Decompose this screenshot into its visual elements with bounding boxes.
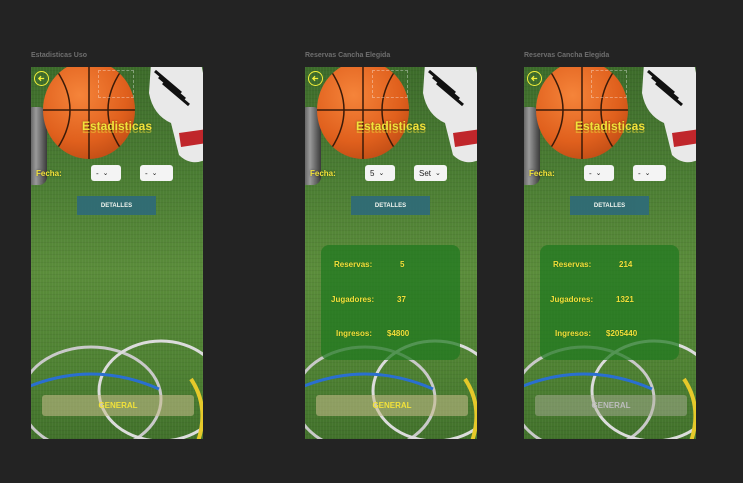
- chevron-down-icon: ⌄: [151, 170, 158, 177]
- day-select-value: 5: [370, 168, 375, 178]
- fecha-label: Fecha:: [529, 169, 555, 178]
- ingresos-label: Ingresos:: [336, 329, 373, 338]
- frame-label: Reservas Cancha Elegida: [524, 52, 610, 59]
- frame-label: Reservas Cancha Elegida: [305, 52, 391, 59]
- back-button[interactable]: [34, 71, 49, 86]
- sneakers-image: [642, 67, 696, 163]
- detalles-button[interactable]: DETALLES: [351, 196, 430, 215]
- sneakers-image: [149, 67, 203, 163]
- logo-placeholder: [372, 70, 408, 98]
- arrow-left-icon: [311, 75, 319, 82]
- phone-frame-estadisticas-uso: Estadisticas Fecha: - ⌄ - ⌄ DETALLES GENER…: [31, 67, 203, 439]
- page-title: Estadisticas: [355, 119, 427, 133]
- ingresos-label: Ingresos:: [555, 329, 592, 338]
- reservas-value: 5: [400, 260, 405, 269]
- day-select-value: -: [589, 168, 592, 178]
- stats-panel: Reservas: 5 Jugadores: 37 Ingresos: $480…: [321, 245, 460, 360]
- ingresos-value: $4800: [387, 329, 410, 338]
- month-select[interactable]: Set ⌄: [414, 165, 447, 181]
- general-button[interactable]: GENERAL: [42, 395, 194, 416]
- stat-row-jugadores: Jugadores: 37: [321, 295, 460, 307]
- day-select[interactable]: - ⌄: [91, 165, 121, 181]
- logo-placeholder: [591, 70, 627, 98]
- stat-row-ingresos: Ingresos: $205440: [540, 329, 679, 341]
- month-select-value: -: [145, 168, 148, 178]
- day-select[interactable]: - ⌄: [584, 165, 614, 181]
- month-select[interactable]: - ⌄: [140, 165, 173, 181]
- reservas-label: Reservas:: [553, 260, 592, 269]
- fecha-label: Fecha:: [36, 169, 62, 178]
- jugadores-label: Jugadores:: [331, 295, 375, 304]
- chevron-down-icon: ⌄: [102, 170, 109, 177]
- jugadores-value: 37: [397, 295, 406, 304]
- stat-row-ingresos: Ingresos: $4800: [321, 329, 460, 341]
- logo-placeholder: [98, 70, 134, 98]
- reservas-label: Reservas:: [334, 260, 373, 269]
- rackets-image: [31, 339, 203, 439]
- jugadores-label: Jugadores:: [550, 295, 594, 304]
- jugadores-value: 1321: [616, 295, 634, 304]
- stats-panel: Reservas: 214 Jugadores: 1321 Ingresos: …: [540, 245, 679, 360]
- phone-frame-reservas-cancha: Estadisticas Fecha: 5 ⌄ Set ⌄ DETALLES Res…: [305, 67, 477, 439]
- general-button[interactable]: GENERAL: [535, 395, 687, 416]
- stat-row-reservas: Reservas: 214: [540, 260, 679, 272]
- reservas-value: 214: [619, 260, 633, 269]
- stat-row-reservas: Reservas: 5: [321, 260, 460, 272]
- month-select-value: Set: [419, 168, 432, 178]
- phone-frame-reservas-cancha-general: Estadisticas Fecha: - ⌄ - ⌄ DETALLES Reser…: [524, 67, 696, 439]
- month-select-value: -: [638, 168, 641, 178]
- page-title: Estadisticas: [81, 119, 153, 133]
- chevron-down-icon: ⌄: [435, 170, 441, 177]
- arrow-left-icon: [37, 75, 45, 82]
- back-button[interactable]: [308, 71, 323, 86]
- stat-row-jugadores: Jugadores: 1321: [540, 295, 679, 307]
- frame-label: Estadisticas Uso: [31, 52, 88, 59]
- detalles-button[interactable]: DETALLES: [570, 196, 649, 215]
- page-title: Estadisticas: [574, 119, 646, 133]
- back-button[interactable]: [527, 71, 542, 86]
- arrow-left-icon: [530, 75, 538, 82]
- chevron-down-icon: ⌄: [644, 170, 651, 177]
- day-select-value: -: [96, 168, 99, 178]
- chevron-down-icon: ⌄: [595, 170, 602, 177]
- sneakers-image: [423, 67, 477, 163]
- fecha-label: Fecha:: [310, 169, 336, 178]
- detalles-button[interactable]: DETALLES: [77, 196, 156, 215]
- month-select[interactable]: - ⌄: [633, 165, 666, 181]
- chevron-down-icon: ⌄: [378, 170, 385, 177]
- ingresos-value: $205440: [606, 329, 638, 338]
- day-select[interactable]: 5 ⌄: [365, 165, 395, 181]
- general-button[interactable]: GENERAL: [316, 395, 468, 416]
